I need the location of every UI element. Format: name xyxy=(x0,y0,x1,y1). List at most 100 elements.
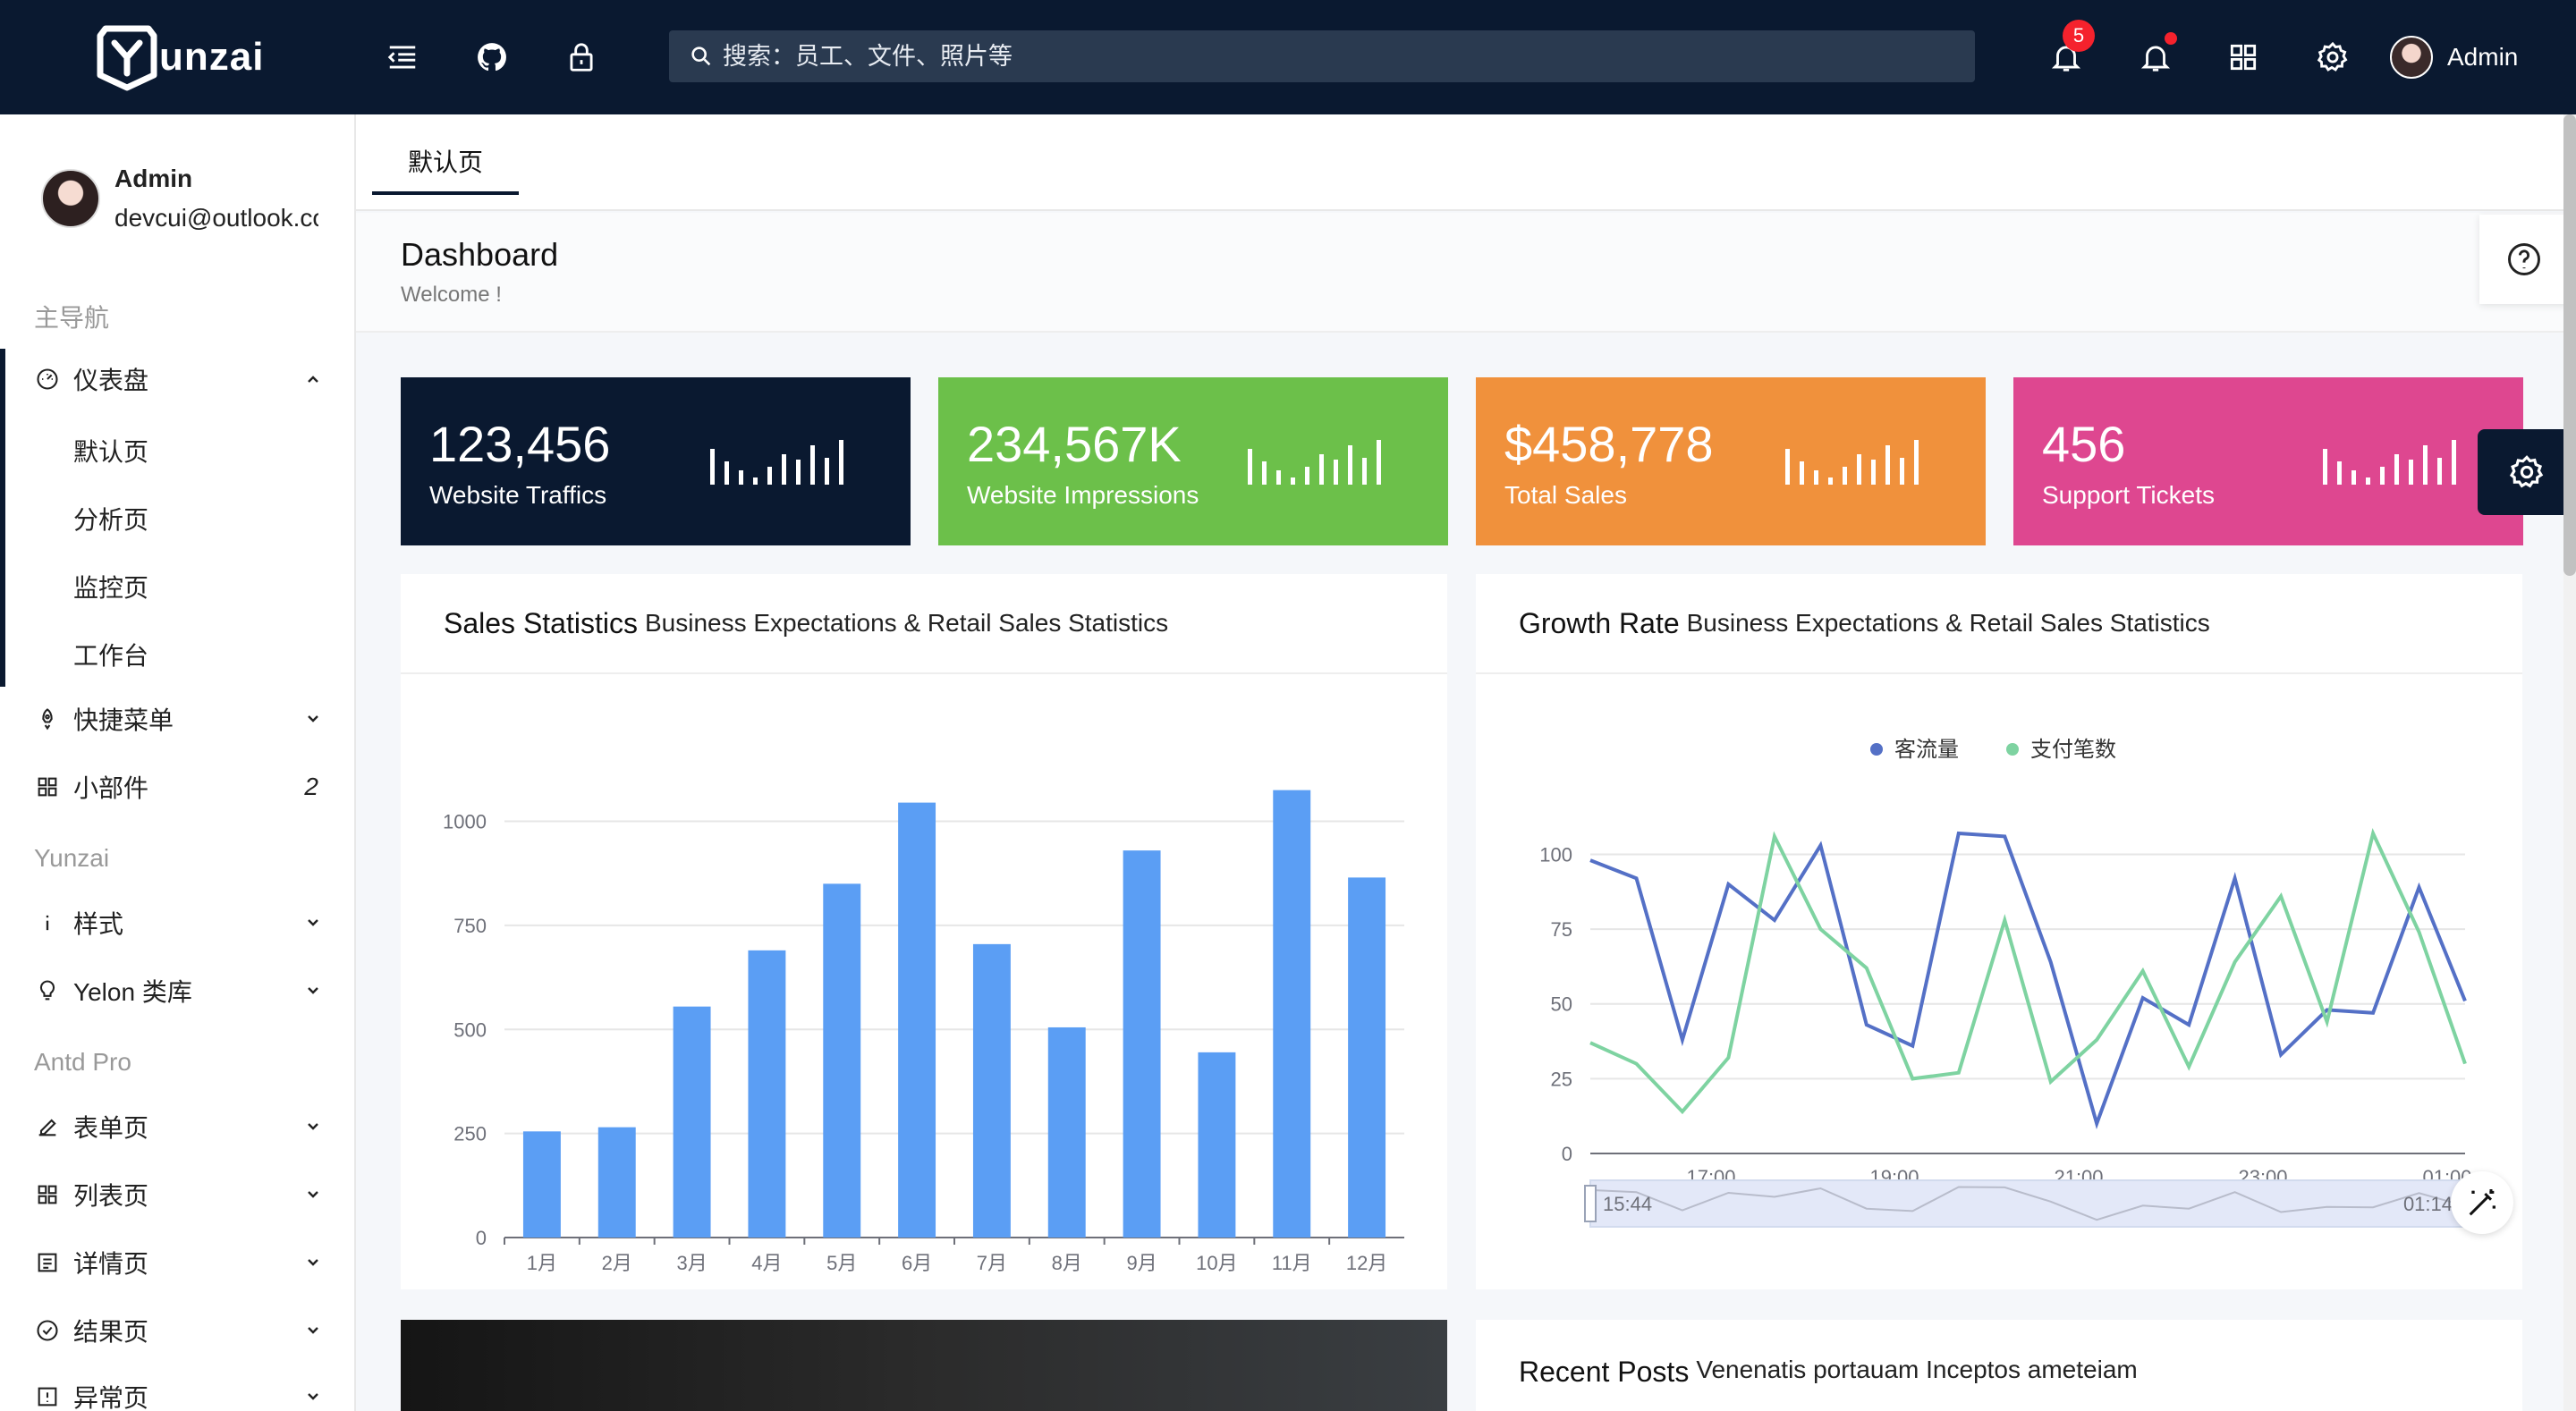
sidebar-item-form[interactable]: 表单页 xyxy=(0,1100,354,1153)
sidebar-item-style[interactable]: 样式 xyxy=(0,896,354,950)
spark-bar xyxy=(2380,467,2385,485)
bar xyxy=(1123,850,1161,1238)
y-tick-label: 500 xyxy=(453,1018,487,1041)
app-grid-icon[interactable] xyxy=(2225,39,2261,75)
x-tick-label: 5月 xyxy=(826,1252,857,1274)
y-tick-label: 100 xyxy=(1539,843,1572,866)
sidebar-group-yunzai: Yunzai xyxy=(34,844,110,872)
gear-icon[interactable] xyxy=(2315,39,2351,75)
x-tick-label: 10月 xyxy=(1196,1252,1237,1274)
sidebar-item-result[interactable]: 结果页 xyxy=(0,1304,354,1357)
help-button[interactable] xyxy=(2479,215,2569,304)
github-icon[interactable] xyxy=(474,39,510,75)
spark-bar xyxy=(2366,477,2370,485)
spark-bar xyxy=(1814,470,1818,485)
tab-bar: 默认页 xyxy=(356,114,2563,211)
sparkline-bars-icon xyxy=(710,440,843,485)
y-tick-label: 0 xyxy=(1562,1143,1572,1165)
datazoom-track xyxy=(1589,1179,2466,1228)
x-tick-label: 4月 xyxy=(751,1252,782,1274)
question-circle-icon xyxy=(2508,243,2540,275)
sidebar-item-dashboard[interactable]: 仪表盘 xyxy=(0,352,354,406)
sidebar-subitem-monitor[interactable]: 监控页 xyxy=(73,569,148,604)
spark-bar xyxy=(2337,461,2342,485)
stat-label: Total Sales xyxy=(1504,481,1627,509)
sidebar-subitem-analysis[interactable]: 分析页 xyxy=(73,501,148,537)
y-tick-label: 250 xyxy=(453,1123,487,1145)
sidebar-item-label: 结果页 xyxy=(73,1318,149,1346)
spark-bar xyxy=(739,470,743,485)
avatar xyxy=(2390,36,2433,79)
sidebar-group-main: 主导航 xyxy=(34,304,110,332)
spark-bar xyxy=(1319,454,1324,485)
sidebar-item-widgets[interactable]: 小部件 2 xyxy=(0,760,354,814)
stat-value: 456 xyxy=(2042,416,2126,472)
sidebar-item-yelon[interactable]: Yelon 类库 xyxy=(0,964,354,1018)
lock-icon[interactable] xyxy=(564,39,599,75)
x-tick-label: 9月 xyxy=(1126,1252,1157,1274)
chevron-up-icon xyxy=(308,376,318,383)
sidebar-subitem-default[interactable]: 默认页 xyxy=(73,433,148,469)
spark-bar xyxy=(2423,445,2428,485)
spark-bar xyxy=(1248,449,1252,485)
chevron-down-icon xyxy=(308,1259,318,1266)
datazoom-handle-left xyxy=(1584,1185,1597,1222)
search-input[interactable] xyxy=(723,42,1885,71)
spark-bar xyxy=(1362,458,1367,485)
bar xyxy=(1047,1027,1086,1238)
series-line xyxy=(1589,827,2467,1115)
check-circle-icon xyxy=(34,1317,61,1344)
magic-wand-button[interactable] xyxy=(2451,1171,2513,1234)
sidebar-item-list[interactable]: 列表页 xyxy=(0,1168,354,1221)
menu-fold-icon[interactable] xyxy=(385,39,420,75)
bell-dot-icon[interactable] xyxy=(2138,39,2174,75)
stat-value: 123,456 xyxy=(429,416,611,472)
panel-subtitle: Business Expectations & Retail Sales Sta… xyxy=(1686,609,2210,637)
x-tick-label: 6月 xyxy=(902,1252,932,1274)
growth-rate-panel: Growth Rate Business Expectations & Reta… xyxy=(1476,574,2522,1289)
sidebar-item-detail[interactable]: 详情页 xyxy=(0,1236,354,1289)
sidebar-item-label: 仪表盘 xyxy=(73,367,149,394)
spark-bar xyxy=(1871,460,1876,485)
spark-bar xyxy=(782,454,786,485)
sidebar-user-card[interactable]: Admin devcui@outlook.com xyxy=(41,165,318,232)
chevron-down-icon xyxy=(308,1123,318,1130)
logo-y-icon xyxy=(97,25,157,91)
sidebar-item-label: 表单页 xyxy=(73,1114,149,1142)
spark-bar xyxy=(1914,440,1919,485)
appstore-icon xyxy=(34,1181,61,1208)
page-title: Dashboard xyxy=(401,236,559,273)
logo[interactable]: unzai xyxy=(97,23,264,91)
image-banner xyxy=(401,1320,1447,1411)
series-line xyxy=(1589,831,2467,1129)
spark-bar xyxy=(1785,449,1790,485)
spark-bar xyxy=(1857,454,1861,485)
stat-card-tickets: 456 Support Tickets xyxy=(2013,377,2523,545)
spark-bar xyxy=(796,460,801,485)
bar xyxy=(823,883,861,1238)
gear-icon xyxy=(2509,455,2544,488)
recent-posts-panel: Recent Posts Venenatis portauam Inceptos… xyxy=(1476,1320,2522,1411)
sidebar-subitem-workplace[interactable]: 工作台 xyxy=(73,637,148,672)
spark-bar xyxy=(2437,458,2442,485)
header-user-menu[interactable]: Admin xyxy=(2390,36,2518,79)
panel-subtitle: Venenatis portauam Inceptos ameteiam xyxy=(1696,1356,2138,1383)
sidebar-item-exception[interactable]: 异常页 xyxy=(0,1370,354,1411)
theme-setting-button[interactable] xyxy=(2478,429,2576,515)
bulb-icon xyxy=(34,977,61,1004)
bar xyxy=(1348,877,1386,1238)
scrollbar-thumb[interactable] xyxy=(2563,114,2576,576)
appstore-icon xyxy=(34,773,61,800)
spark-bar xyxy=(1800,461,1804,485)
sidebar-item-shortcut[interactable]: 快捷菜单 xyxy=(0,692,354,746)
search-box[interactable] xyxy=(669,30,1975,82)
x-tick-label: 7月 xyxy=(977,1252,1007,1274)
tab-default[interactable]: 默认页 xyxy=(372,143,519,195)
datazoom-start-label: 15:44 xyxy=(1603,1193,1652,1215)
spark-bar xyxy=(1291,477,1295,485)
stat-card-impressions: 234,567K Website Impressions xyxy=(938,377,1448,545)
spark-bar xyxy=(767,467,772,485)
bar xyxy=(972,943,1011,1238)
spark-bar xyxy=(753,477,758,485)
datazoom-end-label: 01:14 xyxy=(2403,1193,2453,1215)
